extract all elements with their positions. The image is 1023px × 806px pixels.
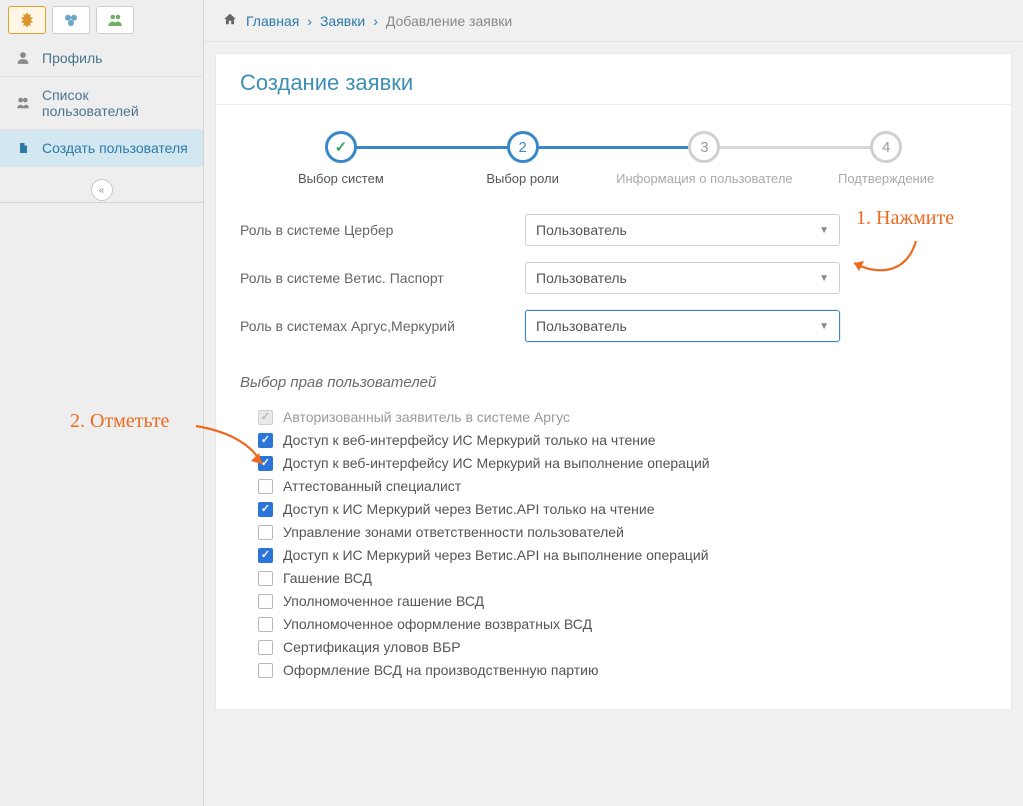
permission-checkbox[interactable] [258, 594, 273, 609]
role-label: Роль в системе Цербер [240, 222, 525, 238]
permission-checkbox[interactable] [258, 456, 273, 471]
permission-checkbox[interactable] [258, 433, 273, 448]
sidebar-item-users[interactable]: Список пользователей [0, 77, 203, 130]
permission-label: Управление зонами ответственности пользо… [283, 524, 624, 540]
caret-down-icon: ▼ [819, 321, 829, 332]
caret-down-icon: ▼ [819, 273, 829, 284]
sidebar-item-label: Список пользователей [42, 87, 189, 119]
permission-checkbox[interactable] [258, 502, 273, 517]
role-row-cerber: Роль в системе Цербер Пользователь ▼ [240, 214, 987, 246]
home-icon [222, 12, 238, 29]
permission-item: Аттестованный специалист [258, 478, 987, 494]
permission-checkbox[interactable] [258, 640, 273, 655]
sidebar-collapse-button[interactable]: « [91, 179, 113, 201]
sidebar-item-label: Профиль [42, 50, 102, 66]
sidebar-item-create-user[interactable]: Создать пользователя [0, 130, 203, 167]
step-3: 3 Информация о пользователе [614, 131, 796, 186]
permission-label: Сертификация уловов ВБР [283, 639, 461, 655]
top-btn-eagle[interactable] [8, 6, 46, 34]
step-label: Выбор систем [250, 171, 432, 186]
role-row-argus: Роль в системах Аргус,Меркурий Пользоват… [240, 310, 987, 342]
top-btn-gears[interactable] [52, 6, 90, 34]
permission-item: Сертификация уловов ВБР [258, 639, 987, 655]
permission-checkbox[interactable] [258, 571, 273, 586]
step-label: Выбор роли [432, 171, 614, 186]
sidebar: Профиль Список пользователей Создать пол… [0, 0, 204, 806]
role-select-argus[interactable]: Пользователь ▼ [525, 310, 840, 342]
select-value: Пользователь [536, 270, 627, 286]
permission-checkbox [258, 410, 273, 425]
sidebar-item-profile[interactable]: Профиль [0, 40, 203, 77]
chevron-right-icon: › [307, 13, 312, 29]
permission-item: Доступ к веб-интерфейсу ИС Меркурий на в… [258, 455, 987, 471]
permission-item: Уполномоченное оформление возвратных ВСД [258, 616, 987, 632]
role-row-passport: Роль в системе Ветис. Паспорт Пользовате… [240, 262, 987, 294]
permission-label: Уполномоченное гашение ВСД [283, 593, 484, 609]
permission-item: Доступ к ИС Меркурий через Ветис.API на … [258, 547, 987, 563]
permission-label: Доступ к веб-интерфейсу ИС Меркурий толь… [283, 432, 656, 448]
step-label: Подтверждение [795, 171, 977, 186]
caret-down-icon: ▼ [819, 225, 829, 236]
step-number: 2 [507, 131, 539, 163]
permission-checkbox[interactable] [258, 479, 273, 494]
panel: Создание заявки ✓ Выбор систем 2 Выбор р… [216, 54, 1011, 709]
permission-label: Доступ к веб-интерфейсу ИС Меркурий на в… [283, 455, 710, 471]
select-value: Пользователь [536, 318, 627, 334]
file-icon [14, 141, 32, 155]
step-4: 4 Подтверждение [795, 131, 977, 186]
permission-label: Аттестованный специалист [283, 478, 461, 494]
role-label: Роль в системе Ветис. Паспорт [240, 270, 525, 286]
permission-checkbox[interactable] [258, 663, 273, 678]
breadcrumb-requests[interactable]: Заявки [320, 13, 365, 29]
permission-item: Гашение ВСД [258, 570, 987, 586]
permission-checkbox[interactable] [258, 548, 273, 563]
user-icon [14, 51, 32, 65]
chevron-right-icon: › [373, 13, 378, 29]
permission-item: Оформление ВСД на производственную парти… [258, 662, 987, 678]
permission-label: Доступ к ИС Меркурий через Ветис.API тол… [283, 501, 655, 517]
permission-label: Гашение ВСД [283, 570, 372, 586]
permission-item: Уполномоченное гашение ВСД [258, 593, 987, 609]
step-number: 4 [870, 131, 902, 163]
top-btn-group[interactable] [96, 6, 134, 34]
select-value: Пользователь [536, 222, 627, 238]
step-number: 3 [688, 131, 720, 163]
step-label: Информация о пользователе [614, 171, 796, 186]
sidebar-menu: Профиль Список пользователей Создать пол… [0, 40, 203, 167]
permission-label: Оформление ВСД на производственную парти… [283, 662, 598, 678]
permission-item: Управление зонами ответственности пользо… [258, 524, 987, 540]
role-label: Роль в системах Аргус,Меркурий [240, 318, 525, 334]
breadcrumb-current: Добавление заявки [386, 13, 512, 29]
permission-label: Доступ к ИС Меркурий через Ветис.API на … [283, 547, 709, 563]
permissions-list: Авторизованный заявитель в системе Аргус… [240, 409, 987, 678]
panel-title: Создание заявки [216, 54, 1011, 105]
permission-item: Авторизованный заявитель в системе Аргус [258, 409, 987, 425]
check-icon: ✓ [325, 131, 357, 163]
role-select-passport[interactable]: Пользователь ▼ [525, 262, 840, 294]
role-select-cerber[interactable]: Пользователь ▼ [525, 214, 840, 246]
step-2[interactable]: 2 Выбор роли [432, 131, 614, 186]
sidebar-item-label: Создать пользователя [42, 140, 188, 156]
permission-checkbox[interactable] [258, 525, 273, 540]
breadcrumb-home[interactable]: Главная [246, 13, 299, 29]
step-1[interactable]: ✓ Выбор систем [250, 131, 432, 186]
permission-item: Доступ к ИС Меркурий через Ветис.API тол… [258, 501, 987, 517]
permission-label: Уполномоченное оформление возвратных ВСД [283, 616, 592, 632]
permissions-title: Выбор прав пользователей [240, 374, 987, 391]
permission-checkbox[interactable] [258, 617, 273, 632]
wizard-steps: ✓ Выбор систем 2 Выбор роли 3 Информация… [250, 131, 977, 186]
permission-label: Авторизованный заявитель в системе Аргус [283, 409, 570, 425]
sidebar-top-buttons [0, 0, 203, 40]
permission-item: Доступ к веб-интерфейсу ИС Меркурий толь… [258, 432, 987, 448]
users-icon [14, 96, 32, 110]
breadcrumb: Главная › Заявки › Добавление заявки [204, 0, 1023, 42]
